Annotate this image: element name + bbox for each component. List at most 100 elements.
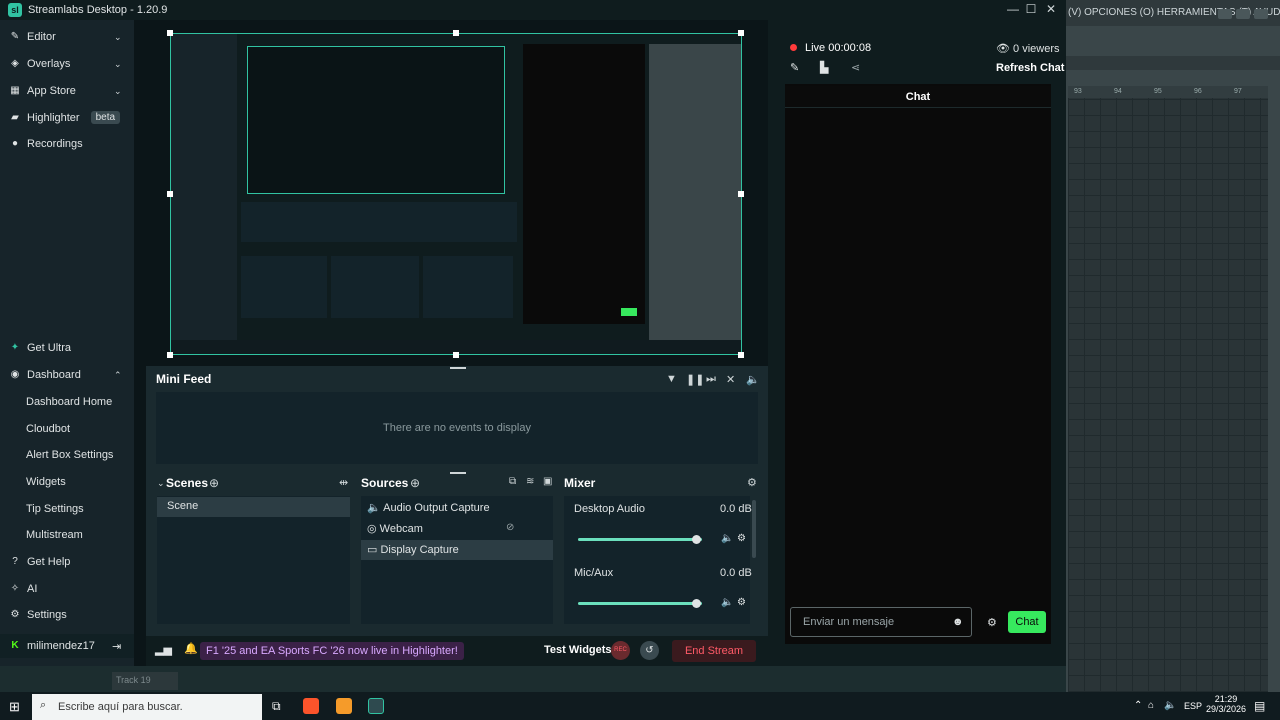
scene-item[interactable]: Scene [157, 497, 350, 517]
resize-handle[interactable] [167, 352, 173, 358]
sources-title: Sources [361, 476, 409, 490]
daw-close-button[interactable] [1254, 9, 1268, 19]
clock[interactable]: 21:29 29/3/2026 [1206, 694, 1246, 714]
tray-chevron-icon[interactable]: ⌃ [1134, 700, 1142, 711]
mixer-settings-icon[interactable]: ⚙ [747, 476, 757, 489]
record-button[interactable]: REC [611, 641, 630, 660]
share-icon[interactable]: ⋖ [851, 61, 860, 74]
user-account[interactable]: Kmilimendez17 [10, 640, 95, 652]
resize-handle[interactable] [738, 191, 744, 197]
pause-icon[interactable]: ❚❚ [686, 373, 704, 386]
skip-icon[interactable]: ⏭ [706, 373, 716, 386]
nested-chat [523, 44, 645, 324]
sidebar-item-ai[interactable]: ✧ AI [10, 583, 38, 595]
chat-message-input[interactable]: Enviar un mensaje [790, 607, 972, 637]
maximize-icon[interactable]: ☐ [1022, 2, 1040, 16]
brave-browser-icon[interactable] [303, 698, 319, 714]
sidebar-item-dashboard[interactable]: ◉ Dashboard [10, 369, 81, 381]
clock-time: 21:29 [1214, 694, 1238, 704]
sidebar-subitem[interactable]: Tip Settings [26, 503, 84, 515]
chevron-down-icon[interactable]: ⌄ [114, 32, 122, 43]
stream-preview-canvas[interactable] [170, 33, 742, 355]
sidebar-subitem[interactable]: Widgets [26, 476, 66, 488]
news-banner[interactable]: F1 '25 and EA Sports FC '26 now live in … [200, 642, 464, 660]
resize-handle[interactable] [167, 30, 173, 36]
refresh-chat-button[interactable]: Refresh Chat [996, 62, 1064, 74]
volume-slider-knob[interactable] [691, 535, 701, 544]
sidebar-item-editor[interactable]: ✎ Editor [10, 31, 56, 43]
minimize-icon[interactable]: — [1004, 2, 1022, 16]
daw-minimize-button[interactable] [1218, 9, 1232, 19]
close-icon[interactable]: ✕ [1042, 2, 1060, 16]
hidden-eye-icon[interactable]: ⊘ [506, 522, 514, 533]
resize-handle[interactable] [738, 30, 744, 36]
add-source-icon[interactable]: ⊕ [410, 476, 420, 490]
notifications-icon[interactable]: ▤ [1254, 699, 1265, 713]
windows-start-icon[interactable]: ⊞ [9, 699, 20, 715]
sidebar-item-get-help[interactable]: ? Get Help [10, 556, 70, 568]
stats-icon[interactable]: ▂▅ [155, 643, 172, 656]
source-folder-icon[interactable]: ⧉ [509, 476, 516, 487]
sidebar-item-recordings[interactable]: ● Recordings [10, 138, 83, 150]
sidebar-subitem[interactable]: Cloudbot [26, 423, 70, 435]
daw-maximize-button[interactable] [1236, 9, 1250, 19]
chat-settings-icon[interactable]: ⚙ [987, 616, 997, 629]
volume-slider[interactable] [578, 538, 702, 541]
network-icon[interactable]: ⌂ [1148, 700, 1154, 711]
source-add-folder-icon[interactable]: ▣ [543, 476, 552, 487]
drag-handle[interactable] [450, 367, 466, 369]
language-indicator[interactable]: ESP [1184, 701, 1202, 711]
speaker-tray-icon[interactable]: 🔈 [1164, 700, 1176, 711]
chevron-down-icon[interactable]: ⌄ [114, 59, 122, 70]
sidebar-item-settings[interactable]: ⚙ Settings [10, 609, 67, 621]
task-view-icon[interactable]: ⧉ [272, 699, 281, 714]
chat-send-button[interactable]: Chat [1008, 611, 1046, 633]
chevron-down-icon[interactable]: ⌄ [114, 86, 122, 97]
source-audio-icon[interactable]: ≋ [526, 476, 534, 487]
channel-settings-icon[interactable]: ⚙ [737, 597, 746, 608]
chevron-up-icon[interactable]: ⌃ [114, 370, 122, 381]
sidebar-subitem[interactable]: Multistream [26, 529, 83, 541]
no-events-text: There are no events to display [383, 422, 531, 434]
edit-stream-icon[interactable]: ✎ [790, 61, 799, 74]
resize-handle[interactable] [453, 352, 459, 358]
source-item[interactable]: 🔈 Audio Output Capture [367, 501, 490, 514]
mute-icon[interactable]: 🔈 [721, 533, 733, 544]
replay-buffer-icon[interactable]: ↺ [640, 641, 659, 660]
resize-handle[interactable] [453, 30, 459, 36]
sidebar-subitem[interactable]: Dashboard Home [26, 396, 112, 408]
streamlabs-taskbar-icon[interactable] [368, 698, 384, 714]
daw-track-label: Track 19 [112, 672, 178, 690]
fl-studio-icon[interactable] [336, 698, 352, 714]
sidebar-item-get-ultra[interactable]: ✦ Get Ultra [10, 342, 71, 354]
resize-handle[interactable] [167, 191, 173, 197]
resize-handle[interactable] [738, 352, 744, 358]
end-stream-button[interactable]: End Stream [672, 640, 756, 662]
clip-icon[interactable]: ▙ [820, 61, 828, 74]
add-scene-icon[interactable]: ⊕ [209, 476, 219, 490]
sidebar-item-app-store[interactable]: ▦ App Store [10, 85, 76, 97]
test-widgets-button[interactable]: Test Widgets [544, 644, 612, 656]
sidebar-item-highlighter[interactable]: ▰ Highlighter beta [10, 111, 121, 124]
filter-icon[interactable]: ▼ [666, 373, 677, 385]
notification-bell-icon[interactable]: 🔔 [184, 642, 198, 655]
daw-playlist-grid[interactable] [1068, 98, 1268, 692]
sidebar-item-label: Overlays [27, 58, 71, 70]
channel-settings-icon[interactable]: ⚙ [737, 533, 746, 544]
collapse-icon[interactable]: ⌄ [157, 478, 165, 489]
mute-icon[interactable]: 🔈 [721, 597, 733, 608]
volume-slider[interactable] [578, 602, 702, 605]
emoji-icon[interactable]: ☻ [952, 616, 964, 628]
source-item[interactable]: ◎ Webcam [367, 522, 423, 535]
source-item[interactable]: ▭ Display Capture [361, 540, 553, 560]
drag-handle[interactable] [450, 472, 466, 474]
logout-icon[interactable]: ⇥ [112, 640, 121, 653]
volume-slider-knob[interactable] [691, 599, 701, 608]
mixer-scrollbar[interactable] [752, 500, 756, 558]
taskbar-search-input[interactable]: Escribe aquí para buscar. [32, 694, 262, 720]
sidebar-subitem[interactable]: Alert Box Settings [26, 449, 113, 461]
sidebar-item-overlays[interactable]: ◈ Overlays [10, 58, 70, 70]
scene-transitions-icon[interactable]: ⇹ [339, 476, 348, 489]
mute-alerts-icon[interactable]: ✕ [726, 373, 735, 386]
volume-icon[interactable]: 🔈 [746, 373, 760, 386]
